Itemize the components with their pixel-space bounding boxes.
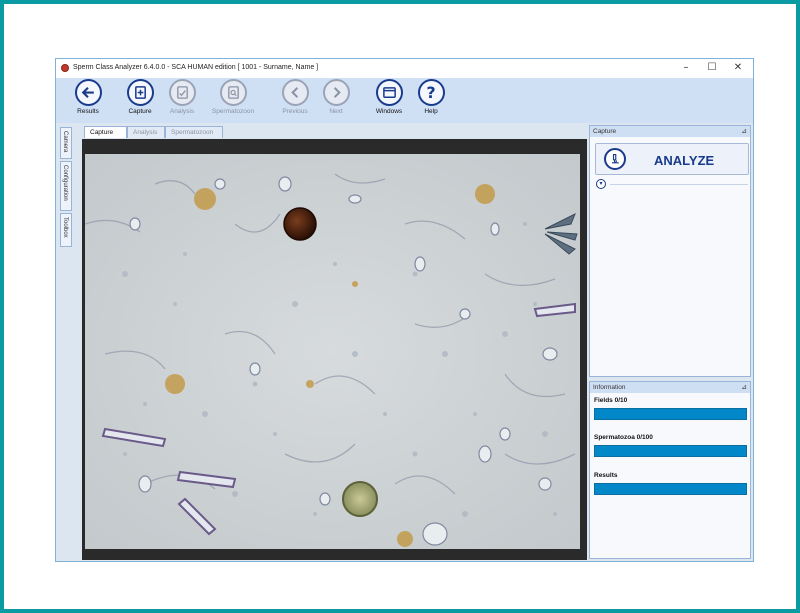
- analyze-button[interactable]: ANALYZE: [595, 143, 749, 175]
- side-tab-toolbox-label: Toolbox: [62, 217, 68, 238]
- divider: [610, 184, 748, 185]
- results-button[interactable]: Results: [65, 79, 111, 115]
- tab-capture[interactable]: Capture: [84, 126, 127, 138]
- side-tab-camera[interactable]: Camera: [60, 127, 72, 159]
- app-window: Sperm Class Analyzer 6.4.0.0 - SCA HUMAN…: [55, 58, 754, 562]
- side-tab-strip: Camera Configuration Toolbox: [58, 127, 73, 559]
- results-label: Results: [77, 108, 99, 115]
- close-button[interactable]: ✕: [727, 61, 749, 75]
- app-logo-icon: [61, 64, 69, 72]
- analysis-button[interactable]: Analysis: [159, 79, 205, 115]
- previous-label: Previous: [282, 108, 308, 115]
- help-button[interactable]: ? Help: [408, 79, 454, 115]
- spermatozoa-label: Spermatozoa 0/100: [594, 434, 653, 441]
- chevron-right-icon: [322, 79, 350, 106]
- capture-button[interactable]: Capture: [117, 79, 163, 115]
- spermatozoon-label: Spermatozoon: [211, 108, 255, 115]
- microscope-image[interactable]: [85, 154, 580, 549]
- next-label: Next: [329, 108, 343, 115]
- minimize-button[interactable]: –: [675, 61, 697, 75]
- side-tab-configuration[interactable]: Configuration: [60, 161, 72, 211]
- information-panel: Information ⊿ Fields 0/10 Spermatozoa 0/…: [589, 381, 751, 559]
- results-progress-bar: [594, 483, 747, 495]
- window-icon: [375, 79, 403, 106]
- windows-button[interactable]: Windows: [366, 79, 412, 115]
- information-panel-title: Information: [593, 384, 626, 391]
- capture-label: Capture: [128, 108, 152, 115]
- title-bar: Sperm Class Analyzer 6.4.0.0 - SCA HUMAN…: [56, 59, 753, 78]
- results-info-label: Results: [594, 472, 618, 479]
- windows-label: Windows: [375, 108, 403, 115]
- capture-add-icon: [126, 79, 154, 106]
- screenshot-frame: Sperm Class Analyzer 6.4.0.0 - SCA HUMAN…: [4, 4, 796, 609]
- main-toolbar: Results Capture Analysis Spermatozoon Pr…: [56, 78, 753, 123]
- previous-button[interactable]: Previous: [272, 79, 318, 115]
- window-title: Sperm Class Analyzer 6.4.0.0 - SCA HUMAN…: [73, 64, 319, 71]
- analysis-label: Analysis: [169, 108, 195, 115]
- arrow-left-icon: [74, 79, 102, 106]
- side-tab-camera-label: Camera: [62, 131, 68, 153]
- right-panel: Capture ⊿ ANALYZE ▾ Information ⊿ Fields: [589, 125, 751, 559]
- pin-icon[interactable]: ⊿: [741, 126, 747, 137]
- spermatozoa-progress-bar: [594, 445, 747, 457]
- next-button[interactable]: Next: [313, 79, 359, 115]
- tab-analysis[interactable]: Analysis: [127, 126, 165, 138]
- analyze-label: ANALYZE: [654, 153, 715, 168]
- pin-icon[interactable]: ⊿: [741, 382, 747, 393]
- chevron-left-icon: [281, 79, 309, 106]
- microscope-icon: [604, 148, 626, 170]
- spermatozoon-button[interactable]: Spermatozoon: [210, 79, 256, 115]
- fields-progress-bar: [594, 408, 747, 420]
- fields-label: Fields 0/10: [594, 397, 628, 404]
- spermatozoon-zoom-icon: [219, 79, 247, 106]
- side-tab-configuration-label: Configuration: [62, 165, 68, 201]
- tab-spermatozoon[interactable]: Spermatozoon: [165, 126, 223, 138]
- capture-panel: Capture ⊿ ANALYZE ▾: [589, 125, 751, 377]
- question-mark-icon: ?: [417, 79, 445, 106]
- side-tab-toolbox[interactable]: Toolbox: [60, 213, 72, 247]
- maximize-button[interactable]: ☐: [701, 61, 723, 75]
- chevron-down-icon[interactable]: ▾: [596, 179, 606, 189]
- analysis-check-icon: [168, 79, 196, 106]
- capture-panel-title: Capture: [593, 128, 617, 135]
- capture-panel-header: Capture ⊿: [590, 126, 750, 137]
- help-label: Help: [424, 108, 438, 115]
- information-panel-header: Information ⊿: [590, 382, 750, 393]
